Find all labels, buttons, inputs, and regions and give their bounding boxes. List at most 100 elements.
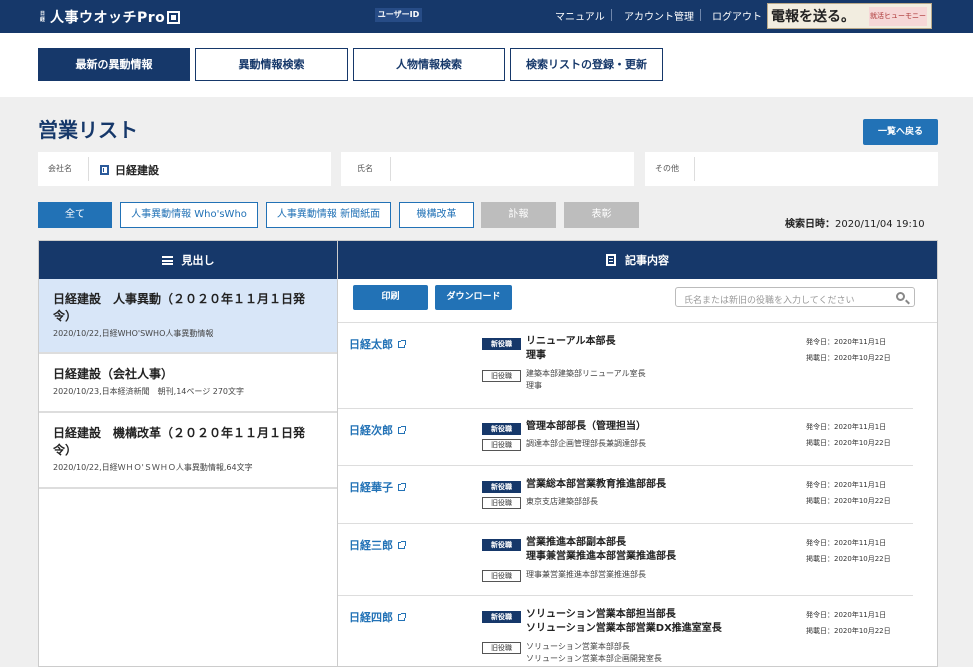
article-search-input[interactable] (676, 292, 886, 310)
field-divider (694, 157, 695, 181)
field-divider (390, 157, 391, 181)
old-position-line: ソリューション営業本部部長 (526, 642, 630, 651)
person-dates: 発令日：2020年11月1日 掲載日：2020年10月22日 (806, 477, 891, 509)
tab-person-search[interactable]: 人物情報検索 (353, 48, 505, 81)
new-position-line: ソリューション営業本部営業DX推進室室長 (526, 623, 722, 634)
new-position-line: ソリューション営業本部担当部長 (526, 609, 676, 620)
new-position-badge: 新役職 (482, 338, 521, 350)
headline-item[interactable]: 日経建設（会社人事） 2020/10/23,日本経済新聞 朝刊,14ページ 27… (39, 354, 337, 413)
person-row: 日経三郎 新役職 営業推進本部副本部長 理事兼営業推進本部営業推進部長 旧役職 … (338, 524, 913, 596)
person-name-link[interactable]: 日経三郎 (349, 537, 406, 553)
person-name-link[interactable]: 日経四郎 (349, 609, 406, 625)
new-position-line: リニューアル本部長 (526, 336, 616, 347)
print-button[interactable]: 印刷 (353, 285, 428, 310)
category-newspaper-button[interactable]: 人事異動情報 新聞紙面 (266, 202, 391, 228)
page-title: 営業リスト (38, 118, 138, 142)
person-dates: 発令日：2020年11月1日 掲載日：2020年10月22日 (806, 607, 891, 639)
category-all-button[interactable]: 全て (38, 202, 112, 228)
old-position-line: 理事兼営業推進本部営業推進部長 (526, 570, 646, 579)
app-logo[interactable]: 日経 人事ウオッチPro (40, 7, 181, 27)
external-link-icon (398, 425, 406, 434)
search-time-label: 検索日時： (785, 219, 835, 230)
new-position-line: 理事 (526, 350, 546, 361)
article-panel: 記事内容 印刷 ダウンロード 日経太郎 新役職 リニューアル本部長 理事 旧役職… (338, 240, 938, 667)
search-time-value: 2020/11/04 19:10 (835, 219, 925, 230)
person-dates: 発令日：2020年11月1日 掲載日：2020年10月22日 (806, 419, 891, 451)
headline-title: 日経建設 人事異動（２０２０年１１月１日発令） (53, 292, 306, 323)
field-divider (88, 157, 89, 181)
person-name: 日経次郎 (349, 424, 393, 437)
other-label: その他 (655, 164, 679, 173)
headline-panel: 見出し 日経建設 人事異動（２０２０年１１月１日発令） 2020/10/22,日… (38, 240, 338, 667)
person-name-link[interactable]: 日経太郎 (349, 336, 406, 352)
old-position-badge: 旧役職 (482, 439, 521, 451)
banner-sub-text: 就活ヒューモニー (869, 7, 927, 26)
main-tab-bar: 最新の異動情報 異動情報検索 人物情報検索 検索リストの登録・更新 (0, 33, 973, 97)
category-whoswho-button[interactable]: 人事異動情報 Who'sWho (120, 202, 258, 228)
post-date: 掲載日：2020年10月22日 (806, 555, 891, 563)
external-link-icon (398, 482, 406, 491)
external-link-icon (398, 339, 406, 348)
user-id-badge: ユーザーID (375, 8, 422, 22)
tab-latest-changes[interactable]: 最新の異動情報 (38, 48, 190, 81)
person-row: 日経太郎 新役職 リニューアル本部長 理事 旧役職 建築本部建築部リニューアル室… (338, 323, 913, 409)
telegram-banner[interactable]: 電報を送る。 就活ヒューモニー (767, 3, 932, 29)
old-position: 理事兼営業推進本部営業推進部長 (526, 569, 646, 581)
article-search-box (675, 287, 915, 310)
other-filter[interactable]: その他 (645, 152, 938, 186)
person-name: 日経四郎 (349, 611, 393, 624)
new-position-line: 営業推進本部副本部長 (526, 537, 626, 548)
old-position: ソリューション営業本部部長 ソリューション営業本部企画開発室長 (526, 641, 662, 665)
category-award-button: 表彰 (564, 202, 639, 228)
company-value: 日経建設 (100, 162, 159, 178)
new-position-badge: 新役職 (482, 423, 521, 435)
nav-account-link[interactable]: アカウント管理 (624, 8, 694, 23)
nav-manual-link[interactable]: マニュアル (555, 8, 605, 23)
article-panel-title: 記事内容 (625, 254, 669, 267)
list-icon (161, 255, 173, 265)
old-position: 東京支店建築部部長 (526, 496, 598, 508)
old-position-badge: 旧役職 (482, 370, 521, 382)
new-position-badge: 新役職 (482, 481, 521, 493)
headline-item[interactable]: 日経建設 機構改革（２０２０年１１月１日発令） 2020/10/22,日経ＷＨＯ… (39, 413, 337, 489)
person-row: 日経四郎 新役職 ソリューション営業本部担当部長 ソリューション営業本部営業DX… (338, 596, 913, 666)
back-to-list-button[interactable]: 一覧へ戻る (863, 119, 938, 145)
nav-separator (611, 9, 612, 21)
old-position-badge: 旧役職 (482, 642, 521, 654)
logo-mark-icon (167, 10, 181, 24)
company-filter[interactable]: 会社名 日経建設 (38, 152, 331, 186)
document-icon (606, 254, 616, 266)
issue-date: 発令日：2020年11月1日 (806, 338, 887, 346)
search-icon[interactable] (896, 292, 905, 301)
old-position-badge: 旧役職 (482, 570, 521, 582)
new-position: 営業総本部営業教育推進部部長 (526, 478, 666, 492)
company-label: 会社名 (48, 164, 72, 173)
company-value-text: 日経建設 (115, 164, 159, 177)
headline-panel-header: 見出し (39, 241, 337, 279)
new-position-line: 管理本部部長（管理担当） (526, 421, 646, 432)
headline-item[interactable]: 日経建設 人事異動（２０２０年１１月１日発令） 2020/10/22,日経WHO… (39, 279, 337, 354)
tab-search-list-register[interactable]: 検索リストの登録・更新 (510, 48, 663, 81)
new-position: 管理本部部長（管理担当） (526, 420, 646, 434)
issue-date: 発令日：2020年11月1日 (806, 539, 887, 547)
post-date: 掲載日：2020年10月22日 (806, 439, 891, 447)
name-filter[interactable]: 氏名 (341, 152, 634, 186)
headline-title: 日経建設（会社人事） (53, 367, 174, 381)
new-position-line: 理事兼営業推進本部営業推進部長 (526, 551, 676, 562)
person-name: 日経太郎 (349, 338, 393, 351)
tab-change-search[interactable]: 異動情報検索 (195, 48, 348, 81)
old-position-line: 理事 (526, 381, 542, 390)
person-name: 日経三郎 (349, 539, 393, 552)
new-position-badge: 新役職 (482, 539, 521, 551)
old-position-line: ソリューション営業本部企画開発室長 (526, 654, 662, 663)
person-name: 日経華子 (349, 481, 393, 494)
person-name-link[interactable]: 日経華子 (349, 479, 406, 495)
category-reorganization-button[interactable]: 機構改革 (399, 202, 474, 228)
new-position: 営業推進本部副本部長 理事兼営業推進本部営業推進部長 (526, 536, 676, 564)
nav-separator (700, 9, 701, 21)
issue-date: 発令日：2020年11月1日 (806, 611, 887, 619)
person-name-link[interactable]: 日経次郎 (349, 422, 406, 438)
issue-date: 発令日：2020年11月1日 (806, 481, 887, 489)
nav-logout-link[interactable]: ログアウト (712, 8, 762, 23)
download-button[interactable]: ダウンロード (435, 285, 512, 310)
